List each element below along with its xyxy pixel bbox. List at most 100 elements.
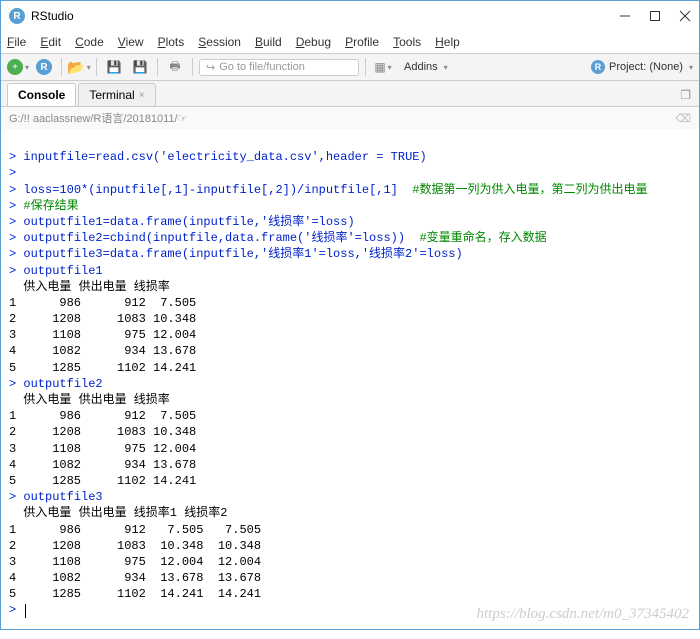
window-icon: ❐ xyxy=(680,88,691,102)
separator xyxy=(96,58,97,76)
menu-tools[interactable]: Tools xyxy=(393,35,421,49)
code-line: inputfile=read.csv('electricity_data.csv… xyxy=(23,150,426,164)
prompt: > xyxy=(9,183,23,197)
save-icon: 💾 xyxy=(107,60,122,74)
comment: #变量重命名，存入数据 xyxy=(419,231,546,245)
code-line: loss=100*(inputfile[,1]-inputfile[,2])/i… xyxy=(23,183,412,197)
menu-edit[interactable]: Edit xyxy=(40,35,61,49)
r-icon: R xyxy=(36,59,52,75)
pathbar: G:/!! aaclassnew/R语言/20181011/ ☞ ⌫ xyxy=(1,107,699,129)
tab-terminal[interactable]: Terminal × xyxy=(78,83,155,106)
output-row: 2 1208 1083 10.348 xyxy=(9,425,196,439)
minimize-button[interactable] xyxy=(619,10,631,22)
working-dir: G:/!! aaclassnew/R语言/20181011/ xyxy=(9,110,178,126)
menu-help[interactable]: Help xyxy=(435,35,460,49)
menu-debug[interactable]: Debug xyxy=(296,35,331,49)
prompt: > xyxy=(9,199,23,213)
print-button[interactable]: 🖶 xyxy=(164,56,186,78)
goto-file-input[interactable]: ↪ Go to file/function xyxy=(199,59,359,76)
chevron-down-icon: ▾ xyxy=(87,63,91,72)
project-menu[interactable]: R Project: (None) ▾ xyxy=(591,60,693,74)
menu-profile[interactable]: Profile xyxy=(345,35,379,49)
titlebar: R RStudio xyxy=(1,1,699,31)
open-file-button[interactable]: 📂▾ xyxy=(68,56,90,78)
comment: #数据第一列为供入电量，第二列为供出电量 xyxy=(412,183,647,197)
output-row: 5 1285 1102 14.241 xyxy=(9,361,196,375)
code-line: outputfile3 xyxy=(23,490,102,504)
save-all-button[interactable]: 💾 xyxy=(129,56,151,78)
r-icon: R xyxy=(591,60,605,74)
rstudio-icon: R xyxy=(9,8,25,24)
output-header: 供入电量 供出电量 线损率 xyxy=(9,393,170,407)
save-button[interactable]: 💾 xyxy=(103,56,125,78)
tab-label: Terminal xyxy=(89,88,134,102)
output-row: 3 1108 975 12.004 12.004 xyxy=(9,555,261,569)
menu-view[interactable]: View xyxy=(118,35,144,49)
window-controls xyxy=(619,10,691,22)
chevron-down-icon: ▾ xyxy=(689,63,693,72)
plus-icon: + xyxy=(7,59,23,75)
separator xyxy=(365,58,366,76)
output-header: 供入电量 供出电量 线损率1 线损率2 xyxy=(9,506,227,520)
close-icon[interactable]: × xyxy=(139,90,145,101)
prompt: > xyxy=(9,264,23,278)
output-row: 5 1285 1102 14.241 14.241 xyxy=(9,587,261,601)
addins-menu[interactable]: Addins ▾ xyxy=(404,61,448,73)
code-line: outputfile3=data.frame(inputfile,'线损率1'=… xyxy=(23,247,462,261)
output-row: 4 1082 934 13.678 xyxy=(9,458,196,472)
pane-tools[interactable]: ❐ xyxy=(672,84,699,106)
output-row: 3 1108 975 12.004 xyxy=(9,442,196,456)
grid-icon: ▦ xyxy=(374,60,385,74)
separator xyxy=(192,58,193,76)
prompt: > xyxy=(9,231,23,245)
save-all-icon: 💾 xyxy=(133,60,148,74)
prompt: > xyxy=(9,377,23,391)
output-header: 供入电量 供出电量 线损率 xyxy=(9,280,170,294)
output-row: 1 986 912 7.505 xyxy=(9,409,196,423)
print-icon: 🖶 xyxy=(169,57,180,78)
output-row: 4 1082 934 13.678 13.678 xyxy=(9,571,261,585)
new-project-button[interactable]: R xyxy=(33,56,55,78)
output-row: 4 1082 934 13.678 xyxy=(9,344,196,358)
addins-label: Addins xyxy=(404,61,438,73)
separator xyxy=(157,58,158,76)
output-row: 1 986 912 7.505 7.505 xyxy=(9,523,261,537)
code-line: outputfile2 xyxy=(23,377,102,391)
menu-build[interactable]: Build xyxy=(255,35,282,49)
code-line: outputfile1 xyxy=(23,264,102,278)
tabbar: Console Terminal × ❐ xyxy=(1,81,699,107)
code-line: outputfile2=cbind(inputfile,data.frame('… xyxy=(23,231,419,245)
chevron-down-icon: ▾ xyxy=(25,63,29,72)
pathbar-arrow-icon[interactable]: ☞ xyxy=(178,112,188,125)
broom-icon: ⌫ xyxy=(675,113,691,125)
code-line: outputfile1=data.frame(inputfile,'线损率'=l… xyxy=(23,215,354,229)
output-row: 5 1285 1102 14.241 xyxy=(9,474,196,488)
output-row: 3 1108 975 12.004 xyxy=(9,328,196,342)
tab-label: Console xyxy=(18,88,65,102)
prompt: > xyxy=(9,247,23,261)
clear-console-button[interactable]: ⌫ xyxy=(675,112,691,125)
menu-session[interactable]: Session xyxy=(198,35,241,49)
prompt: > xyxy=(9,166,23,180)
maximize-button[interactable] xyxy=(649,10,661,22)
chevron-down-icon: ▾ xyxy=(388,63,392,72)
output-row: 2 1208 1083 10.348 xyxy=(9,312,196,326)
menu-file[interactable]: File xyxy=(7,35,26,49)
window-title: RStudio xyxy=(31,9,619,23)
menu-plots[interactable]: Plots xyxy=(158,35,185,49)
tab-console[interactable]: Console xyxy=(7,83,76,106)
cursor xyxy=(25,604,26,618)
goto-placeholder: Go to file/function xyxy=(219,61,305,73)
output-row: 1 986 912 7.505 xyxy=(9,296,196,310)
grid-button[interactable]: ▦▾ xyxy=(372,56,394,78)
prompt: > xyxy=(9,490,23,504)
new-file-button[interactable]: +▾ xyxy=(7,56,29,78)
console-output[interactable]: > inputfile=read.csv('electricity_data.c… xyxy=(1,129,699,639)
goto-icon: ↪ xyxy=(206,61,215,74)
menu-code[interactable]: Code xyxy=(75,35,104,49)
separator xyxy=(61,58,62,76)
toolbar: +▾ R 📂▾ 💾 💾 🖶 ↪ Go to file/function ▦▾ A… xyxy=(1,53,699,81)
prompt: > xyxy=(9,215,23,229)
close-button[interactable] xyxy=(679,10,691,22)
project-label: Project: (None) xyxy=(609,61,683,73)
